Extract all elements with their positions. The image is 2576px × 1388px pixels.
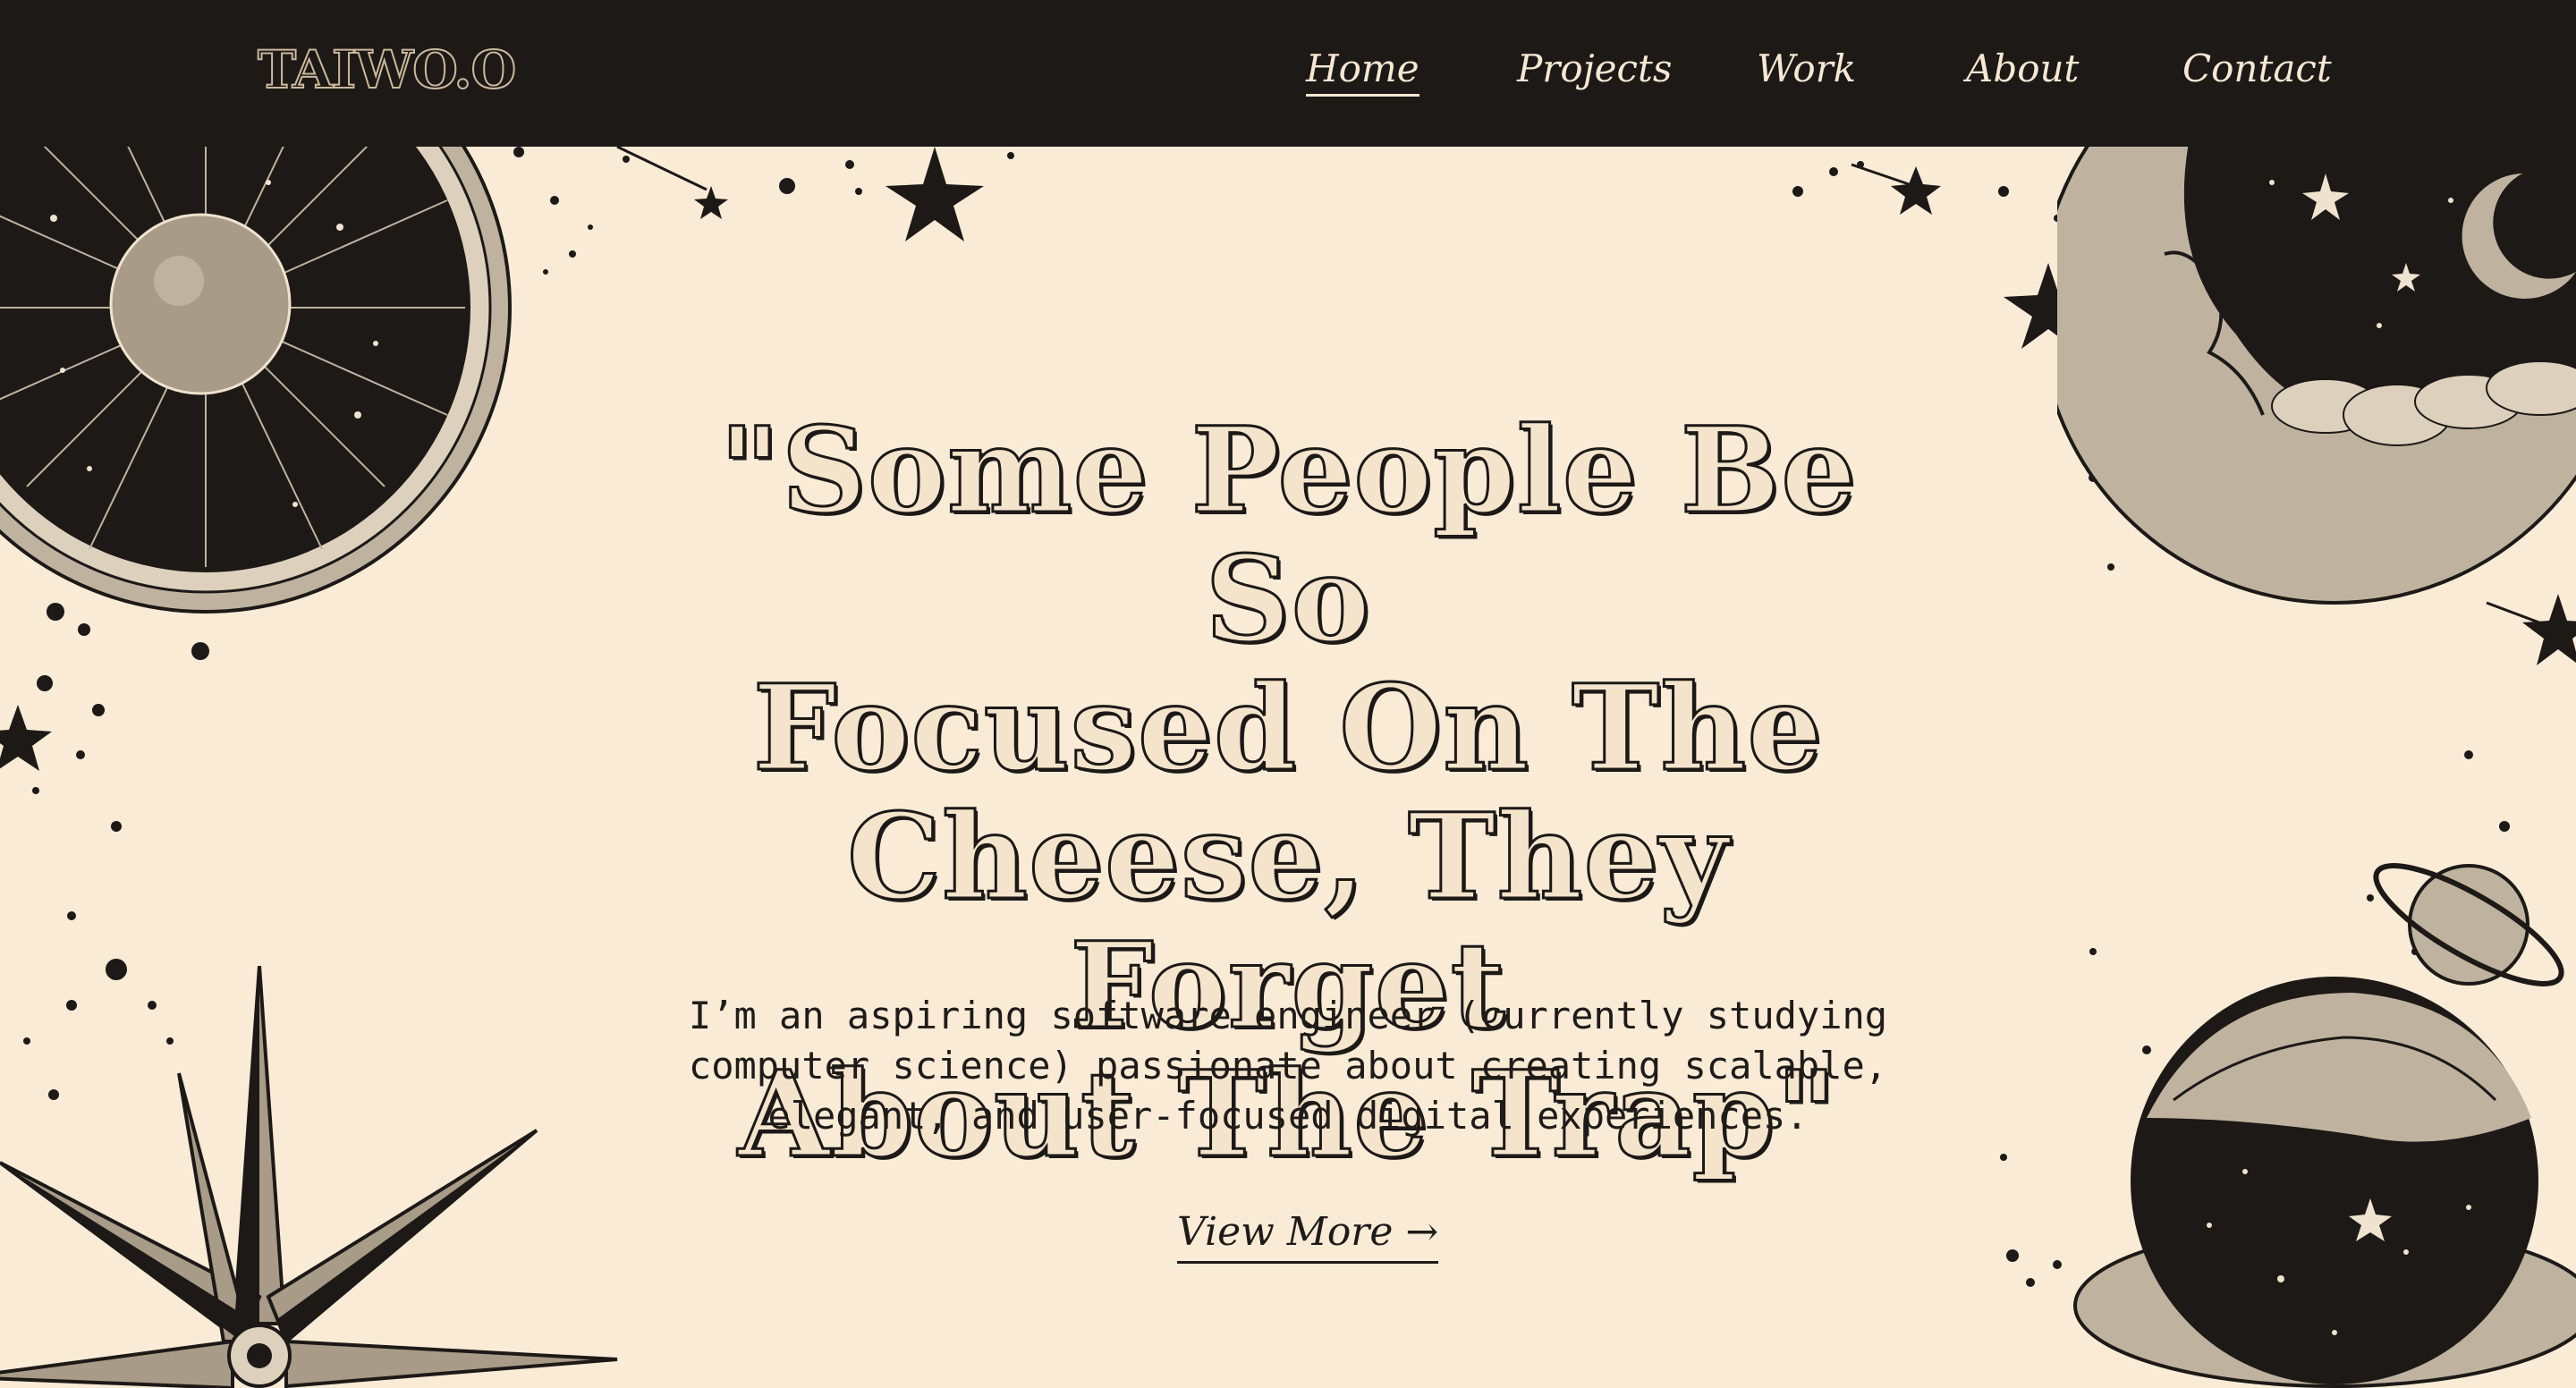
hero-intro-line: elegant, and user-focused digital experi… [767, 1094, 1809, 1138]
hero-intro-line: computer science) passionate about creat… [688, 1044, 1888, 1088]
nav-work-link[interactable]: Work [1757, 47, 1856, 90]
sun-compass-icon [0, 147, 512, 614]
crescent-moon-face-icon [2057, 147, 2576, 605]
view-more-link[interactable]: View More → [1177, 1202, 1439, 1264]
nav-home-link[interactable]: Home [1306, 47, 1419, 97]
hero-quote-line: Focused On The [751, 659, 1824, 798]
nav-about-link[interactable]: About [1966, 47, 2079, 90]
compass-star-icon [0, 966, 618, 1388]
hero-intro: I’m an aspiring software engineer (curre… [680, 991, 1896, 1141]
nav-projects-link[interactable]: Projects [1517, 47, 1672, 90]
site-header: TAIWO.O Home Projects Work About Contact [0, 0, 2576, 147]
celestial-globe-icon [2073, 977, 2576, 1388]
main-nav: Home Projects Work About Contact [0, 47, 2576, 109]
view-more-label: View More [1177, 1208, 1394, 1255]
hero-quote-line: "Some People Be So [717, 402, 1858, 669]
arrow-right-icon: → [1405, 1208, 1439, 1255]
nav-contact-link[interactable]: Contact [2182, 47, 2332, 90]
hero-intro-line: I’m an aspiring software engineer (curre… [688, 994, 1888, 1037]
